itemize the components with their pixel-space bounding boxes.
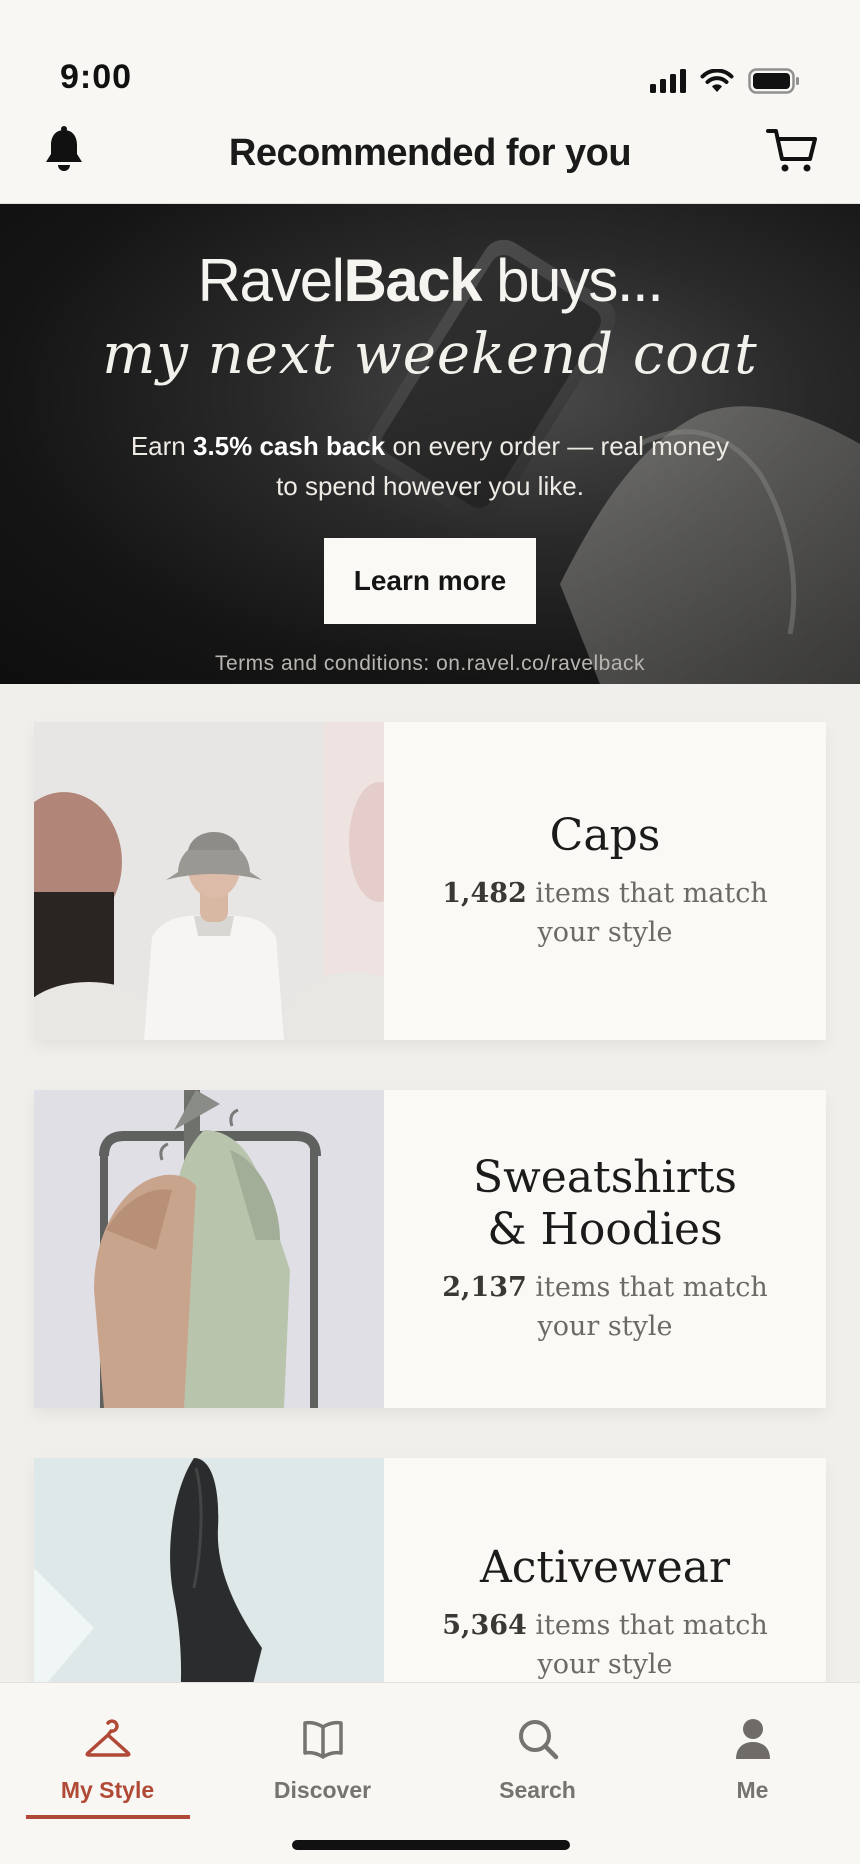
home-indicator: [292, 1840, 570, 1850]
hero-headline: RavelBack buys...: [197, 247, 664, 314]
bottom-nav: My Style Discover Search Me: [0, 1682, 860, 1864]
card-title: Activewear: [479, 1542, 731, 1593]
nav-item-discover[interactable]: Discover: [215, 1683, 430, 1813]
search-icon: [518, 1720, 558, 1760]
nav-item-me[interactable]: Me: [645, 1683, 860, 1813]
book-icon: [302, 1720, 343, 1759]
app-header: Recommended for you: [0, 118, 860, 204]
caps-photo: [34, 722, 384, 1040]
person-icon: [735, 1719, 770, 1759]
hero-description: Earn 3.5% cash back on every order — rea…: [130, 431, 730, 501]
card-subtitle: 1,482 items that match your style: [442, 878, 768, 948]
battery-icon: [748, 68, 799, 94]
nav-label: Me: [736, 1777, 769, 1803]
card-title: Sweatshirts & Hoodies: [472, 1152, 738, 1255]
nav-label: Search: [499, 1777, 576, 1803]
card-subtitle: 2,137 items that match your style: [442, 1272, 768, 1342]
item-count: 2,137: [442, 1272, 527, 1303]
category-card-caps[interactable]: Caps 1,482 items that match your style: [34, 722, 826, 1040]
card-subtitle: 5,364 items that match your style: [442, 1610, 768, 1680]
card-title: Caps: [549, 810, 661, 861]
nav-item-my-style[interactable]: My Style: [0, 1683, 215, 1813]
page-title: Recommended for you: [228, 132, 632, 174]
nav-label: Discover: [273, 1777, 372, 1803]
card-text: Caps 1,482 items that match your style: [384, 722, 826, 1040]
item-count: 5,364: [442, 1610, 527, 1641]
category-card-sweatshirts[interactable]: Sweatshirts & Hoodies 2,137 items that m…: [34, 1090, 826, 1408]
cashback-banner: RavelBack buys... my next weekend coat E…: [0, 204, 860, 684]
status-icons: [650, 68, 800, 94]
terms-link[interactable]: Terms and conditions: on.ravel.co/ravelb…: [0, 652, 860, 676]
learn-more-button[interactable]: Learn more: [324, 538, 536, 624]
active-tab-indicator: [26, 1815, 190, 1819]
item-count: 1,482: [442, 878, 527, 909]
hoodies-photo: [34, 1090, 384, 1408]
cart-icon[interactable]: [766, 126, 818, 174]
nav-item-search[interactable]: Search: [430, 1683, 645, 1813]
status-bar: 9:00: [0, 0, 860, 118]
signal-icon: [650, 69, 686, 93]
status-time: 9:00: [60, 58, 133, 96]
card-text: Sweatshirts & Hoodies 2,137 items that m…: [384, 1090, 826, 1408]
nav-label: My Style: [60, 1777, 155, 1803]
hanger-icon: [84, 1719, 131, 1757]
hero-tagline: my next weekend coat: [102, 322, 758, 387]
wifi-icon: [700, 69, 734, 92]
